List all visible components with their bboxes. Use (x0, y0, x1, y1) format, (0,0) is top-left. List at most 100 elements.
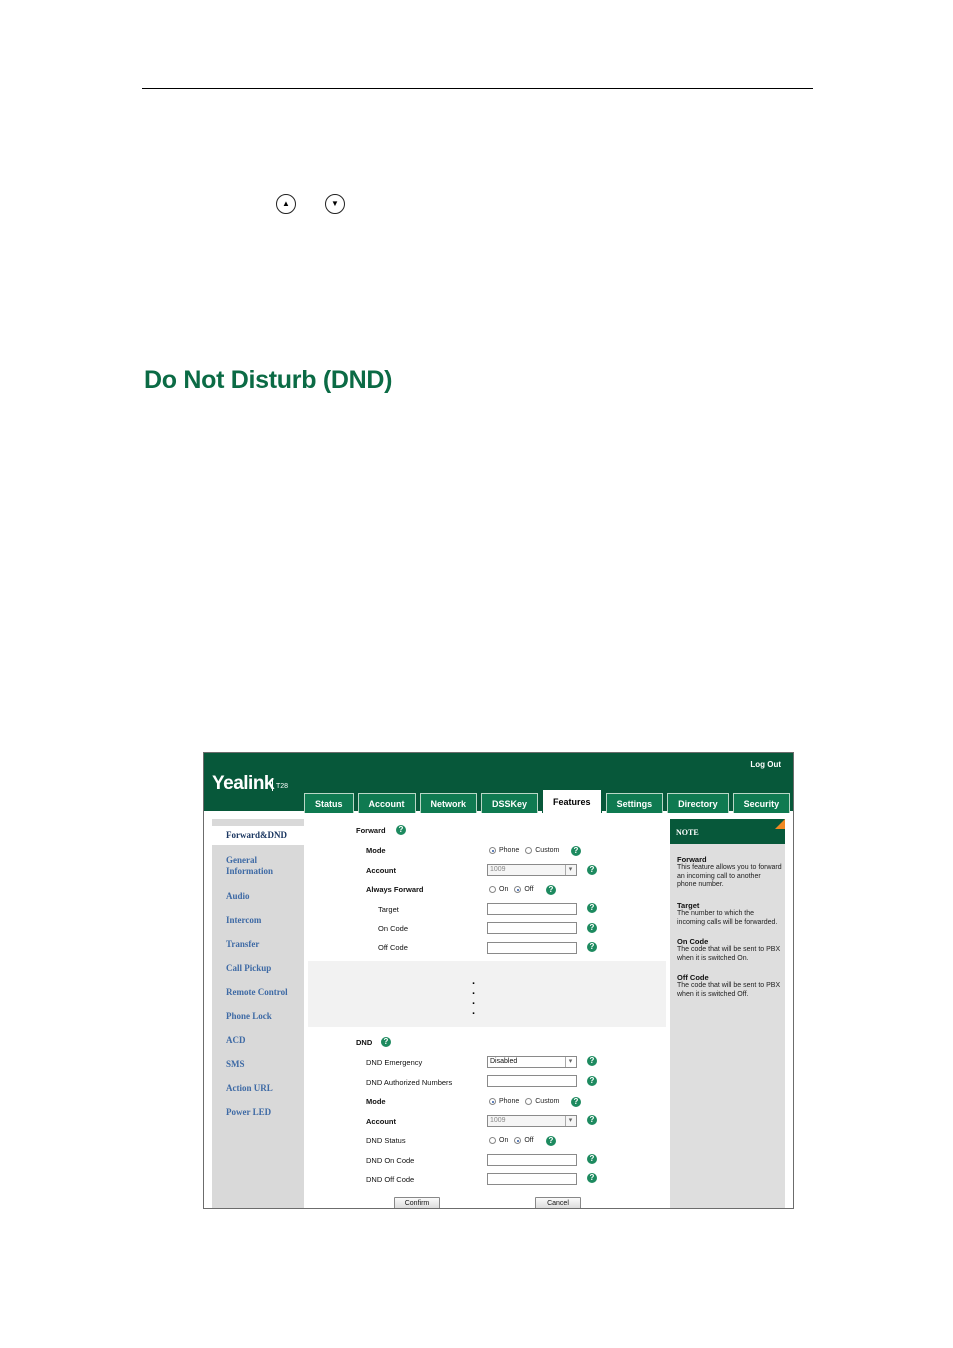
sidebar-item-label: Forward&DND (226, 830, 287, 840)
off-code-input[interactable] (487, 942, 577, 954)
radio-on-label: On (499, 1137, 509, 1144)
note-text: This feature allows you to forward an in… (677, 864, 782, 888)
note-title: Off Code (677, 973, 709, 982)
radio-phone-label: Phone (499, 847, 520, 854)
dnd-account-select[interactable]: 1009 (487, 1115, 577, 1127)
radio-off-label: Off (524, 886, 534, 893)
dnd-emergency-label: DND Emergency (366, 1058, 423, 1067)
help-icon[interactable]: ? (587, 1076, 597, 1086)
radio-on-label: On (499, 886, 509, 893)
sidebar-item-phone-lock[interactable]: Phone Lock (226, 1011, 272, 1022)
sidebar-item-forward-dnd[interactable]: Forward&DND (212, 826, 304, 845)
dnd-authorized-label: DND Authorized Numbers (366, 1078, 453, 1087)
tab-features[interactable]: Features (542, 789, 602, 813)
sidebar-item-acd[interactable]: ACD (226, 1035, 246, 1046)
radio-on[interactable] (489, 1137, 496, 1144)
radio-phone[interactable] (489, 847, 496, 854)
sidebar-item-sms[interactable]: SMS (226, 1059, 245, 1070)
sidebar-item-remote-control[interactable]: Remote Control (226, 987, 288, 998)
forward-account-select[interactable]: 1009 (487, 864, 577, 876)
tab-security[interactable]: Security (732, 793, 791, 813)
dnd-authorized-input[interactable] (487, 1075, 577, 1087)
radio-off[interactable] (514, 1137, 522, 1144)
note-corner-marker (775, 819, 785, 829)
sidebar-item-audio[interactable]: Audio (226, 891, 250, 902)
help-icon[interactable]: ? (396, 825, 406, 835)
tab-settings[interactable]: Settings (605, 793, 664, 813)
yealink-logo: Yealink (212, 773, 275, 794)
sidebar-item-intercom[interactable]: Intercom (226, 915, 261, 926)
tab-dsskey[interactable]: DSSKey (481, 793, 539, 813)
radio-on[interactable] (489, 886, 496, 893)
logout-link[interactable]: Log Out (750, 760, 781, 769)
help-icon[interactable]: ? (587, 1056, 597, 1066)
dnd-off-code-input[interactable] (487, 1173, 577, 1185)
on-code-label: On Code (378, 924, 409, 933)
target-label: Target (378, 905, 399, 914)
note-title: On Code (677, 937, 709, 946)
dnd-on-code-input[interactable] (487, 1154, 577, 1166)
note-title: Target (677, 901, 700, 910)
help-icon[interactable]: ? (587, 1115, 597, 1125)
help-icon[interactable]: ? (546, 1136, 556, 1146)
note-text: The code that will be sent to PBX when i… (677, 946, 781, 962)
tab-account[interactable]: Account (357, 793, 416, 813)
section-separator (308, 961, 666, 1027)
tab-network[interactable]: Network (419, 793, 478, 813)
web-ui-screenshot: Yealink T28 Log Out Status Account Netwo… (203, 752, 794, 1209)
target-input[interactable] (487, 903, 577, 915)
help-icon[interactable]: ? (587, 1154, 597, 1164)
radio-phone-label: Phone (499, 1098, 520, 1105)
section-heading: Do Not Disturb (DND) (144, 366, 393, 394)
main-tabs: Status Account Network DSSKey Features S… (304, 789, 791, 813)
radio-custom-label: Custom (535, 847, 560, 854)
cancel-button[interactable]: Cancel (535, 1197, 581, 1208)
forward-title: Forward (356, 826, 386, 835)
sidebar-item-power-led[interactable]: Power LED (226, 1107, 271, 1118)
top-bar: Yealink T28 Log Out Status Account Netwo… (204, 753, 793, 813)
radio-off-label: Off (524, 1137, 534, 1144)
dnd-title: DND (356, 1038, 373, 1047)
radio-custom[interactable] (525, 847, 533, 854)
header-rule (142, 88, 813, 89)
help-icon[interactable]: ? (587, 865, 597, 875)
forward-account-label: Account (366, 866, 396, 875)
tab-status[interactable]: Status (304, 793, 354, 813)
radio-custom[interactable] (525, 1098, 533, 1105)
note-text: The code that will be sent to PBX when i… (677, 982, 781, 998)
help-icon[interactable]: ? (587, 923, 597, 933)
dnd-emergency-select[interactable]: Disabled (487, 1056, 577, 1068)
confirm-button[interactable]: Confirm (394, 1197, 440, 1208)
sidebar-item-action-url[interactable]: Action URL (226, 1083, 273, 1094)
help-icon[interactable]: ? (587, 1173, 597, 1183)
dnd-mode-radio: Phone Custom (489, 1098, 559, 1105)
up-arrow-key-icon: ▲ (276, 194, 296, 214)
help-icon[interactable]: ? (587, 942, 597, 952)
note-header: NOTE (670, 819, 785, 844)
dnd-status-label: DND Status (366, 1136, 406, 1145)
ellipsis-vertical: · · · · (472, 978, 476, 1020)
help-icon[interactable]: ? (587, 903, 597, 913)
radio-custom-label: Custom (535, 1098, 560, 1105)
on-code-input[interactable] (487, 922, 577, 934)
note-text: The number to which the incoming calls w… (677, 910, 778, 926)
dnd-off-code-label: DND Off Code (366, 1175, 415, 1184)
down-arrow-key-icon: ▼ (325, 194, 345, 214)
sidebar-item-call-pickup[interactable]: Call Pickup (226, 963, 271, 974)
sidebar: General Information Audio Intercom Trans… (212, 819, 304, 1208)
tab-directory[interactable]: Directory (667, 793, 729, 813)
model-label: T28 (272, 778, 288, 791)
dnd-status-radio: On Off (489, 1137, 534, 1144)
radio-off[interactable] (514, 886, 522, 893)
note-title: Forward (677, 855, 707, 864)
dnd-on-code-label: DND On Code (366, 1156, 415, 1165)
help-icon[interactable]: ? (546, 885, 556, 895)
help-icon[interactable]: ? (381, 1037, 391, 1047)
forward-mode-label: Mode (366, 846, 386, 855)
sidebar-item-general-information[interactable]: General Information (226, 855, 296, 877)
help-icon[interactable]: ? (571, 1097, 581, 1107)
sidebar-item-transfer[interactable]: Transfer (226, 939, 259, 950)
radio-phone[interactable] (489, 1098, 496, 1105)
help-icon[interactable]: ? (571, 846, 581, 856)
dnd-account-label: Account (366, 1117, 396, 1126)
